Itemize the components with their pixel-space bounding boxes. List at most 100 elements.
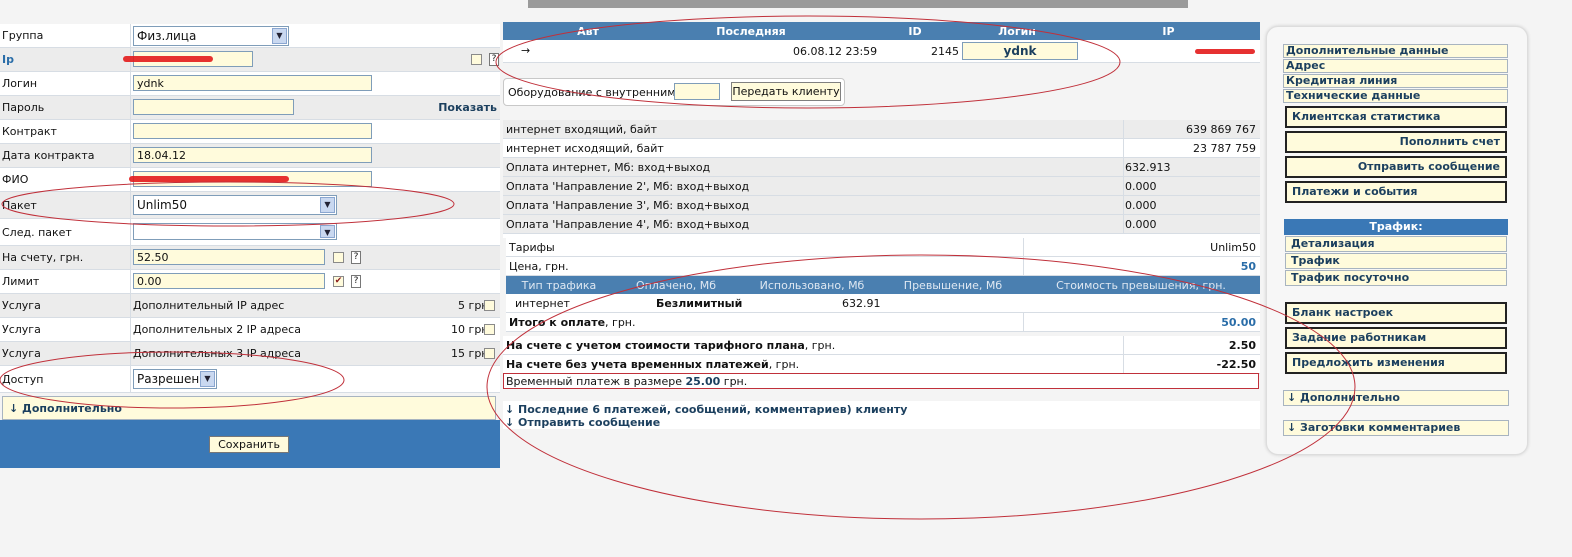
send-message-button[interactable]: Отправить сообщение <box>1285 156 1507 178</box>
extra-toggle[interactable]: ↓ Дополнительно <box>2 396 496 420</box>
next-package-select[interactable]: ▼ <box>133 223 337 240</box>
stat-row: Оплата 'Направление 2', Мб: вход+выход 0.… <box>503 177 1260 196</box>
help-icon[interactable]: ? <box>351 251 361 264</box>
credit-line-link[interactable]: Кредитная линия <box>1283 74 1508 88</box>
balance-checkbox[interactable] <box>333 252 344 263</box>
row-login: Логин ydnk <box>0 72 500 96</box>
session-login[interactable]: ydnk <box>962 42 1078 60</box>
row-access: Доступ Разрешен ▼ <box>0 366 500 393</box>
password-label: Пароль <box>2 101 45 114</box>
row-next-package: След. пакет ▼ <box>0 219 500 246</box>
traffic-daily-link[interactable]: Трафик посуточно <box>1285 270 1507 286</box>
session-id: 2145 <box>931 45 959 58</box>
balance-row-1: На счете с учетом стоимости тарифного пл… <box>503 336 1260 355</box>
balance-input[interactable]: 52.50 <box>133 249 325 265</box>
total-unit: , грн. <box>605 316 636 329</box>
login-label: Логин <box>2 77 38 90</box>
limit-input[interactable]: 0.00 <box>133 273 325 289</box>
recent-payments-link[interactable]: ↓ Последние 6 платежей, сообщений, комме… <box>505 403 907 416</box>
col-ip: IP <box>1162 25 1175 38</box>
temp-payment-suffix: грн. <box>723 375 748 388</box>
service-checkbox[interactable] <box>484 324 495 335</box>
extra-toggle-label: ↓ Дополнительно <box>9 402 122 415</box>
comment-templates-toggle[interactable]: ↓ Заготовки комментариев <box>1283 420 1509 436</box>
ip-checkbox[interactable] <box>471 54 482 65</box>
show-password-link[interactable]: Показать <box>438 101 497 114</box>
package-value: Unlim50 <box>137 198 188 212</box>
traffic-link[interactable]: Трафик <box>1285 253 1507 269</box>
extra-toggle-right[interactable]: ↓ Дополнительно <box>1283 390 1509 406</box>
ip-label[interactable]: Ip <box>2 53 14 66</box>
send-message-link[interactable]: ↓ Отправить сообщение <box>505 416 660 429</box>
equipment-number-input[interactable] <box>674 83 720 100</box>
divider <box>1123 139 1124 157</box>
stat-label: Оплата 'Направление 4', Мб: вход+выход <box>506 218 750 231</box>
stat-row: интернет входящий, байт 639 869 767 <box>503 120 1260 139</box>
contract-date-label: Дата контракта <box>2 149 95 162</box>
password-input[interactable] <box>133 99 294 115</box>
col-excess: Превышение, Мб <box>903 279 1003 292</box>
help-icon[interactable]: ? <box>351 275 361 288</box>
sessions-table: Авт Последняя ID Логин IP → 06.08.12 23:… <box>503 22 1260 63</box>
traffic-used: 632.91 <box>842 297 881 310</box>
price-label: Цена, грн. <box>509 260 569 273</box>
top-up-button[interactable]: Пополнить счет <box>1285 131 1507 153</box>
row-service-3: Услуга Дополнительных 3 IP адреса 15 грн… <box>0 342 500 366</box>
divider <box>1123 158 1124 176</box>
settings-form-button[interactable]: Бланк настроек <box>1285 302 1507 324</box>
total-row: Итого к оплате, грн. 50.00 <box>506 313 1260 332</box>
col-login: Логин <box>998 25 1036 38</box>
balance-row-label-text: На счете без учета временных платежей <box>506 358 769 371</box>
stat-value: 0.000 <box>1125 180 1157 193</box>
contract-date-input[interactable]: 18.04.12 <box>133 147 372 163</box>
traffic-header: Трафик: <box>1284 219 1508 235</box>
limit-checkbox-checked[interactable]: ✔ <box>333 276 344 287</box>
balance-row-label: На счете без учета временных платежей, г… <box>506 358 799 371</box>
service-checkbox[interactable] <box>484 348 495 359</box>
service-name: Дополнительный IP адрес <box>133 299 285 312</box>
tariff-table-header: Тип трафика Оплачено, Мб Использовано, М… <box>506 276 1260 294</box>
client-form: Группа Физ.лица ▼ Ip ? Логин ydnk Пароль … <box>0 24 500 420</box>
contract-input[interactable] <box>133 123 372 139</box>
row-service-1: Услуга Дополнительный IP адрес 5 грн. <box>0 294 500 318</box>
save-button[interactable]: Сохранить <box>209 436 289 453</box>
login-input[interactable]: ydnk <box>133 75 372 91</box>
temp-payment-prefix: Временный платеж в размере <box>506 375 682 388</box>
group-select[interactable]: Физ.лица ▼ <box>133 26 289 46</box>
service-name: Дополнительных 3 IP адреса <box>133 347 301 360</box>
session-row[interactable]: → 06.08.12 23:59 2145 ydnk <box>503 40 1260 63</box>
client-stats-button[interactable]: Клиентская статистика <box>1285 106 1507 128</box>
payments-events-button[interactable]: Платежи и события <box>1285 181 1507 203</box>
service-name: Дополнительных 2 IP адреса <box>133 323 301 336</box>
stat-label: интернет исходящий, байт <box>506 142 664 155</box>
traffic-paid: Безлимитный <box>656 297 743 310</box>
service-checkbox[interactable] <box>484 300 495 311</box>
transfer-to-client-button[interactable]: Передать клиенту <box>731 82 841 101</box>
traffic-detail-link[interactable]: Детализация <box>1285 236 1507 252</box>
access-select[interactable]: Разрешен ▼ <box>133 369 217 389</box>
stat-label: Оплата 'Направление 3', Мб: вход+выход <box>506 199 750 212</box>
row-fio: ФИО <box>0 168 500 192</box>
traffic-stats: интернет входящий, байт 639 869 767 интер… <box>503 120 1260 374</box>
address-link[interactable]: Адрес <box>1283 59 1508 73</box>
traffic-type: интернет <box>515 297 570 310</box>
fio-cell <box>129 168 499 191</box>
package-select[interactable]: Unlim50 ▼ <box>133 195 337 215</box>
balance-row-unit: , грн. <box>804 339 836 352</box>
row-limit: Лимит 0.00 ✔ ? <box>0 270 500 294</box>
equipment-box: Оборудование с внутренним № Передать кли… <box>503 78 845 106</box>
propose-changes-button[interactable]: Предложить изменения <box>1285 352 1507 374</box>
divider <box>1023 313 1024 331</box>
package-label: Пакет <box>2 199 37 212</box>
divider <box>1123 355 1124 373</box>
help-icon[interactable]: ? <box>489 53 499 66</box>
technical-data-link[interactable]: Технические данные <box>1283 89 1508 103</box>
service-cell: Дополнительный IP адрес 5 грн. <box>130 294 499 317</box>
row-password: Пароль Показать <box>0 96 500 120</box>
additional-data-link[interactable]: Дополнительные данные <box>1283 44 1508 58</box>
tariffs-label: Тарифы <box>509 241 555 254</box>
worker-task-button[interactable]: Задание работникам <box>1285 327 1507 349</box>
total-value: 50.00 <box>1221 316 1256 329</box>
total-label-text: Итого к оплате <box>509 316 606 329</box>
balance-row-unit: , грн. <box>768 358 800 371</box>
